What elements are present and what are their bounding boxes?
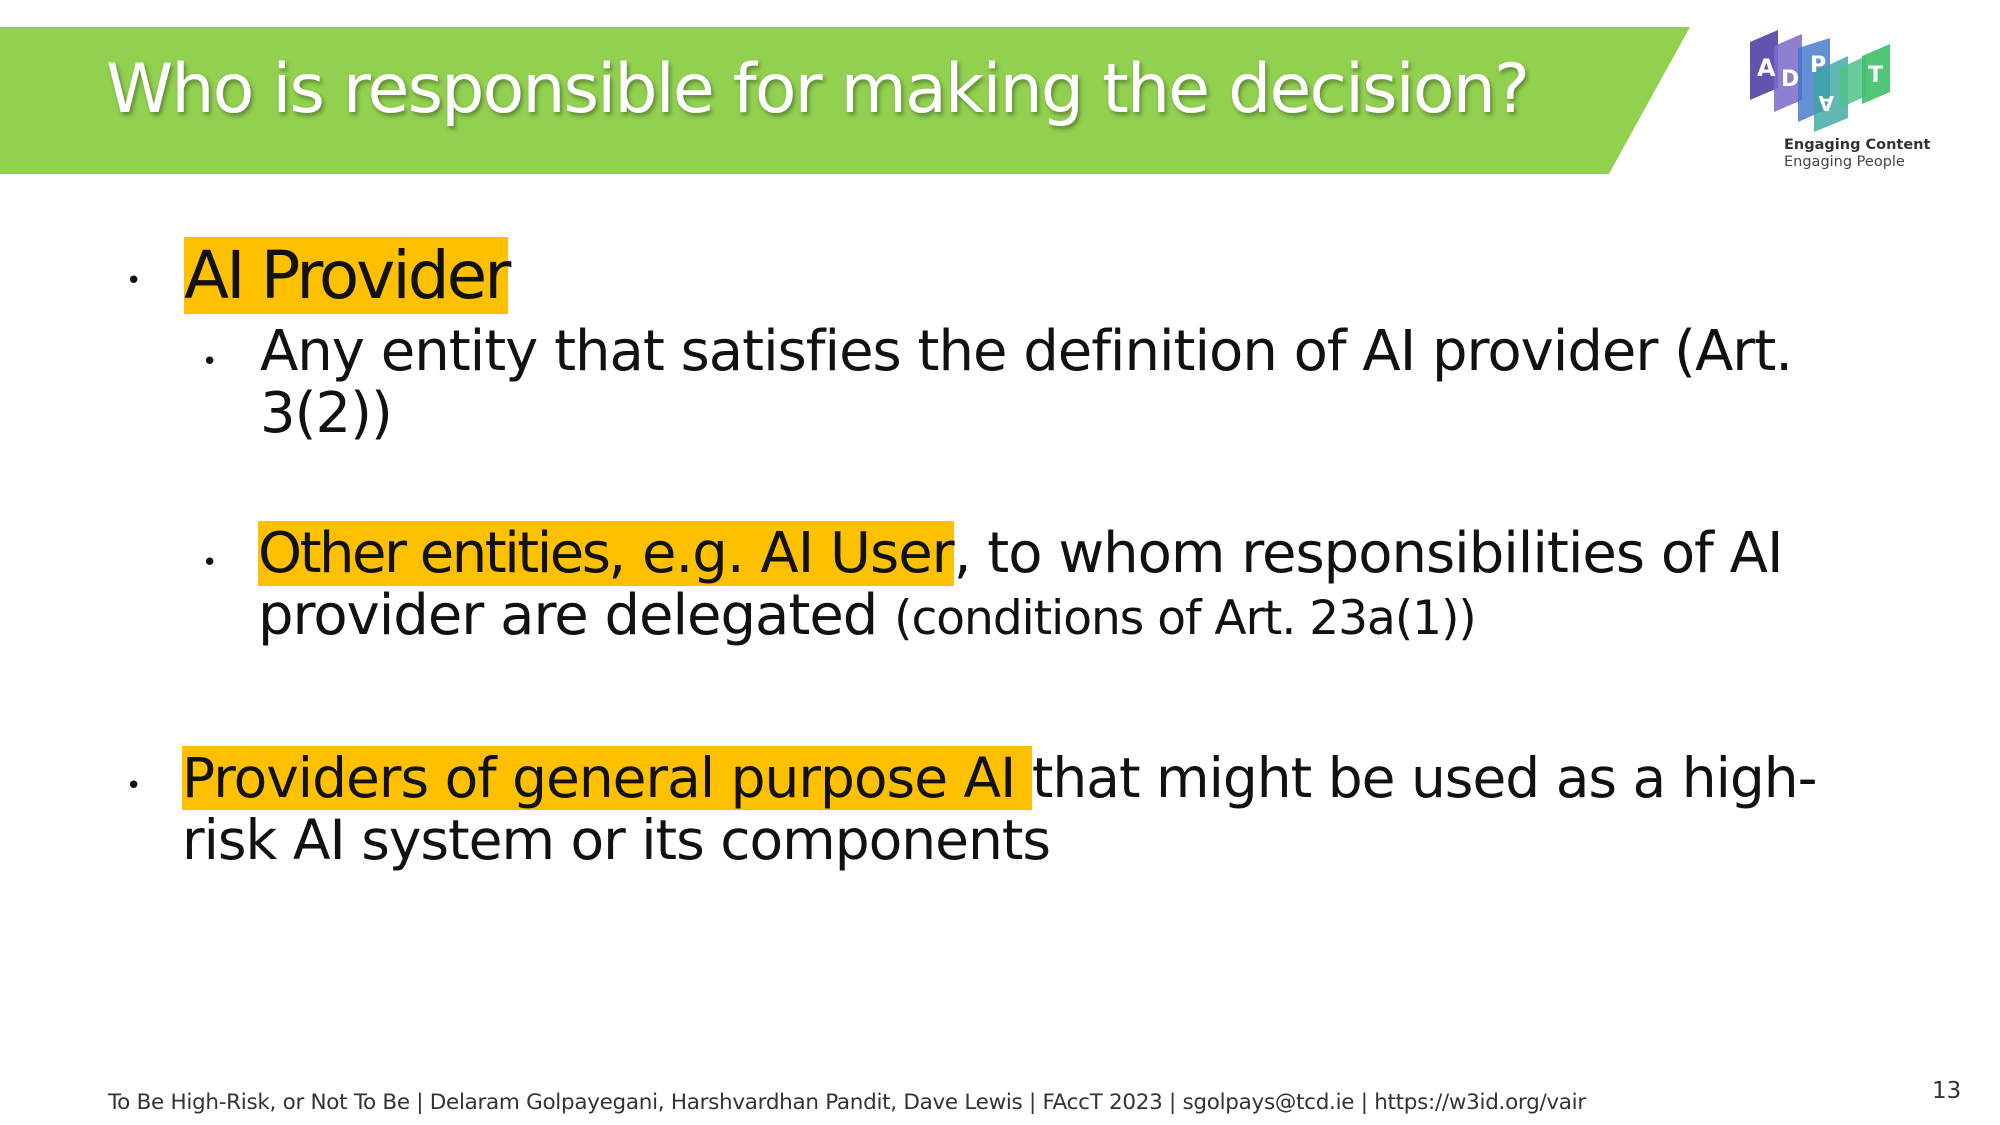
sub-bullet-1a-line-1: Any entity that satisfies the definition… bbox=[260, 319, 1793, 384]
sub-bullet-dot: • bbox=[202, 548, 218, 578]
sub-bullet-1b-line-1: Other entities, e.g. AI User, to whom re… bbox=[258, 521, 1784, 586]
highlight-other-entities: Other entities, e.g. AI User bbox=[258, 521, 955, 586]
highlight-gpai-providers: Providers of general purpose AI bbox=[182, 746, 1032, 810]
adapt-logo-mark: A D A P T bbox=[1750, 30, 1890, 132]
sub-bullet-1b-line-2: provider are delegated (conditions of Ar… bbox=[258, 583, 1477, 651]
bullet-2-after: that might be used as a high- bbox=[1031, 746, 1818, 810]
logo-letter-t: T bbox=[1868, 63, 1883, 88]
other-entities-bold: Other entities bbox=[258, 521, 611, 586]
logo-letter-p: P bbox=[1810, 53, 1826, 78]
delegated-text: provider are delegated bbox=[258, 583, 895, 648]
conditions-text: (conditions of Art. 23a(1)) bbox=[894, 591, 1477, 646]
bullet-dot: • bbox=[126, 266, 142, 296]
adapt-logo: A D A P T Engaging Content Engaging Peop… bbox=[1740, 26, 1930, 176]
bullet-dot: • bbox=[126, 771, 142, 801]
bullet-2-line-1: Providers of general purpose AI that mig… bbox=[182, 746, 1818, 810]
bullet-1: AI Provider bbox=[184, 236, 511, 316]
slide-footer: To Be High-Risk, or Not To Be | Delaram … bbox=[108, 1090, 1586, 1115]
logo-letter-a2: A bbox=[1818, 91, 1834, 115]
highlight-ai-provider: AI Provider bbox=[184, 237, 511, 314]
logo-tagline-2: Engaging People bbox=[1784, 154, 1905, 170]
delegation-text: , to whom responsibilities of AI bbox=[953, 521, 1784, 586]
logo-letter-a1: A bbox=[1757, 54, 1776, 82]
sub-bullet-dot: • bbox=[202, 347, 218, 377]
eg-ai-user: , e.g. AI User bbox=[608, 521, 954, 586]
logo-letter-d: D bbox=[1781, 67, 1799, 92]
sub-bullet-1a-line-2: 3(2)) bbox=[260, 381, 393, 446]
page-number: 13 bbox=[1932, 1078, 1962, 1104]
logo-tagline-1: Engaging Content bbox=[1784, 137, 1931, 153]
slide-title: Who is responsible for making the decisi… bbox=[106, 50, 1530, 129]
bullet-2-line-2: risk AI system or its components bbox=[182, 808, 1051, 872]
